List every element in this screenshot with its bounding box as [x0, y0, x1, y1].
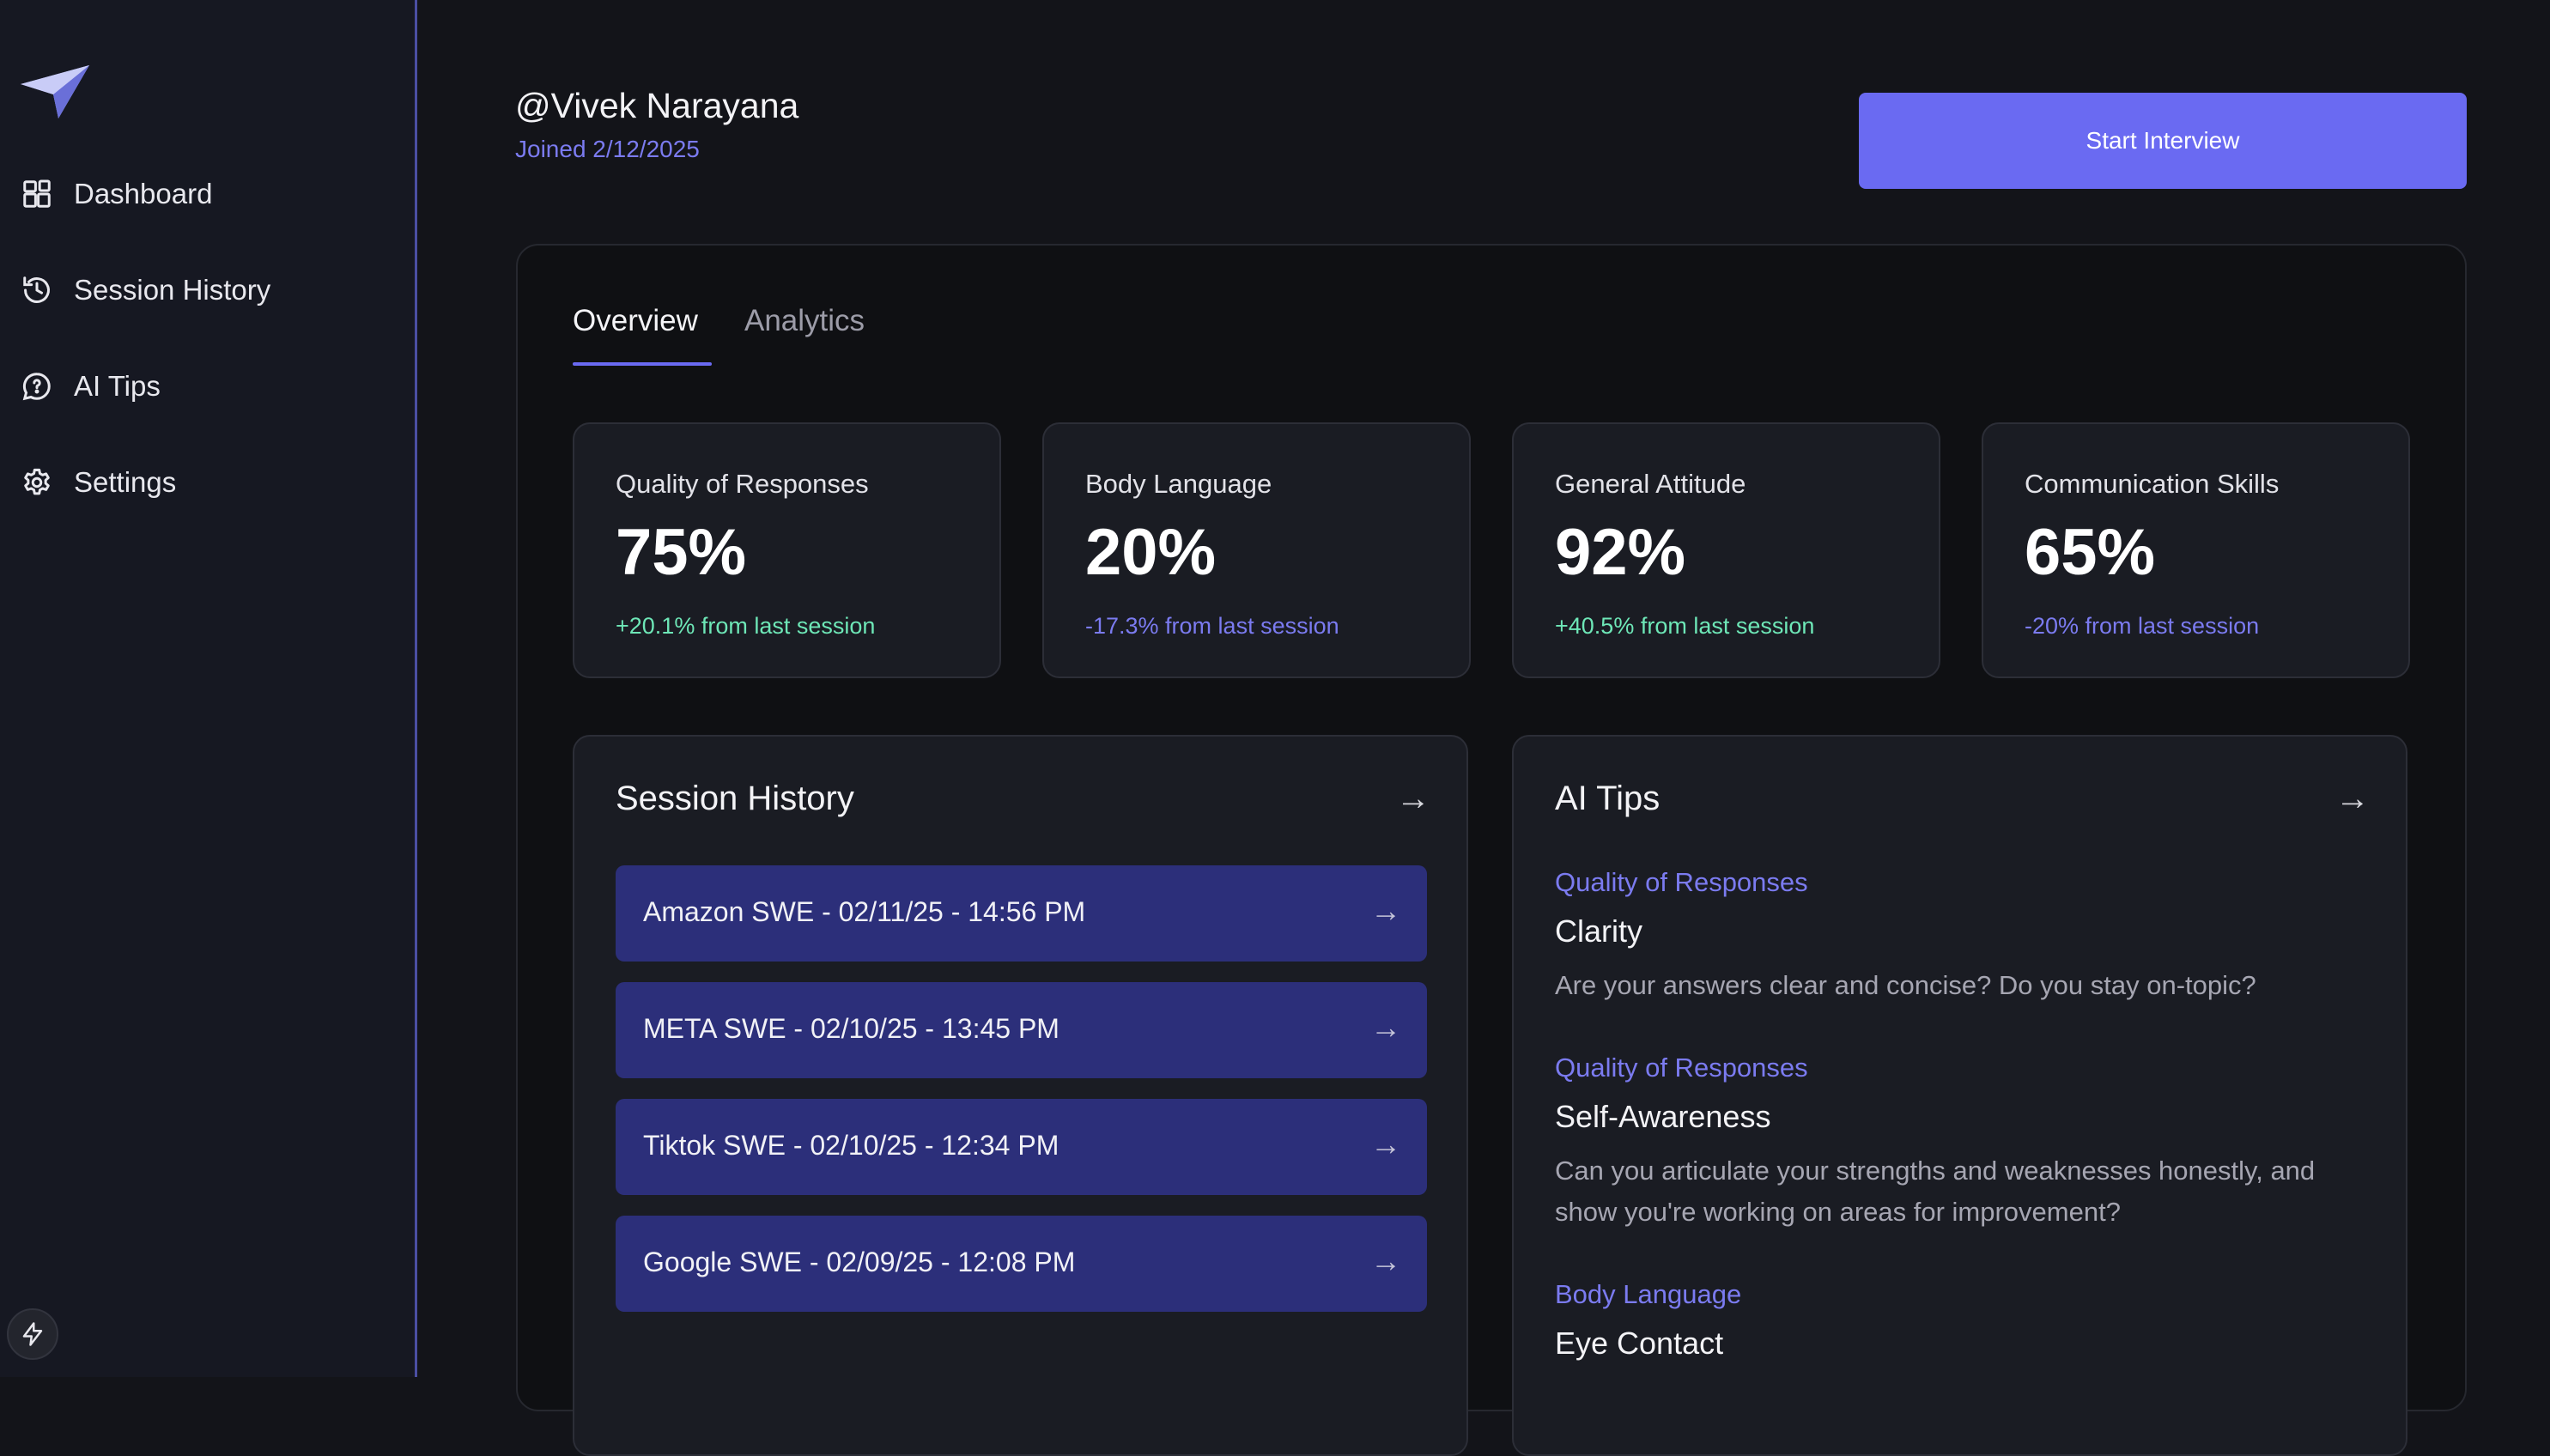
stat-title: Body Language	[1085, 469, 1272, 499]
lightning-icon[interactable]	[7, 1308, 58, 1360]
sidebar-item-label: Dashboard	[74, 178, 213, 209]
tip-title: Clarity	[1555, 913, 1643, 949]
stat-value: 65%	[2025, 516, 2156, 589]
session-item[interactable]: Amazon SWE - 02/11/25 - 14:56 PM →	[616, 865, 1427, 962]
tab-overview[interactable]: Overview	[573, 304, 698, 338]
sidebar-item-dashboard[interactable]: Dashboard	[19, 167, 388, 221]
arrow-right-icon: →	[1370, 893, 1401, 928]
stat-change: +40.5% from last session	[1555, 613, 1815, 639]
dashboard-icon	[19, 176, 55, 212]
sidebar-item-label: Session History	[74, 274, 271, 306]
paper-plane-icon[interactable]	[19, 62, 91, 120]
session-history-arrow-icon[interactable]: →	[1396, 780, 1430, 818]
tip-category: Quality of Responses	[1555, 867, 1808, 897]
sidebar-item-session-history[interactable]: Session History	[19, 263, 388, 318]
dashboard-panel: Overview Analytics Quality of Responses …	[516, 244, 2467, 1456]
ai-tip: Body Language Eye Contact	[1555, 1279, 2371, 1377]
arrow-right-icon: →	[1370, 1010, 1401, 1045]
stat-value: 20%	[1085, 516, 1217, 589]
tip-category: Quality of Responses	[1555, 1053, 1808, 1083]
stat-card-communication-skills: Communication Skills 65% -20% from last …	[1982, 422, 2410, 678]
active-tab-indicator	[573, 362, 712, 366]
stat-title: Quality of Responses	[616, 469, 869, 499]
stat-value: 75%	[616, 516, 747, 589]
session-label: Google SWE - 02/09/25 - 12:08 PM	[643, 1247, 1076, 1277]
tab-analytics[interactable]: Analytics	[744, 304, 865, 338]
tip-category: Body Language	[1555, 1279, 1742, 1309]
chat-bubble-icon	[19, 368, 55, 404]
stat-change: +20.1% from last session	[616, 613, 876, 639]
ai-tip: Quality of Responses Clarity Are your an…	[1555, 867, 2371, 1006]
sidebar: Dashboard Session History AI Tips Settin…	[0, 0, 417, 1377]
start-interview-button[interactable]: Start Interview	[1859, 93, 2467, 189]
gear-icon	[19, 464, 55, 500]
ai-tips-card: AI Tips → Quality of Responses Clarity A…	[1512, 735, 2407, 1456]
ai-tip: Quality of Responses Self-Awareness Can …	[1555, 1053, 2371, 1233]
joined-date: Joined 2/12/2025	[515, 136, 700, 162]
sidebar-item-ai-tips[interactable]: AI Tips	[19, 359, 388, 414]
main-content: @Vivek Narayana Joined 2/12/2025 Start I…	[420, 0, 2550, 1456]
sidebar-item-settings[interactable]: Settings	[19, 455, 388, 510]
tip-description: Are your answers clear and concise? Do y…	[1555, 970, 2256, 1000]
session-history-card: Session History → Amazon SWE - 02/11/25 …	[573, 735, 1468, 1456]
tip-description: Can you articulate your strengths and we…	[1555, 1156, 2316, 1227]
session-label: Amazon SWE - 02/11/25 - 14:56 PM	[643, 896, 1086, 927]
stat-change: -20% from last session	[2025, 613, 2260, 639]
session-item[interactable]: Google SWE - 02/09/25 - 12:08 PM →	[616, 1216, 1427, 1312]
session-item[interactable]: Tiktok SWE - 02/10/25 - 12:34 PM →	[616, 1099, 1427, 1195]
ai-tips-title: AI Tips	[1555, 780, 1661, 817]
arrow-right-icon: →	[1370, 1243, 1401, 1278]
sidebar-item-label: Settings	[74, 466, 177, 498]
ai-tips-arrow-icon[interactable]: →	[2335, 780, 2370, 818]
arrow-right-icon: →	[1370, 1126, 1401, 1162]
sidebar-item-label: AI Tips	[74, 370, 161, 402]
session-label: Tiktok SWE - 02/10/25 - 12:34 PM	[643, 1130, 1059, 1161]
tip-title: Self-Awareness	[1555, 1099, 1771, 1134]
stat-value: 92%	[1555, 516, 1686, 589]
stat-card-general-attitude: General Attitude 92% +40.5% from last se…	[1512, 422, 1940, 678]
session-label: META SWE - 02/10/25 - 13:45 PM	[643, 1013, 1059, 1044]
stat-card-body-language: Body Language 20% -17.3% from last sessi…	[1042, 422, 1471, 678]
session-history-title: Session History	[616, 780, 854, 817]
stat-title: General Attitude	[1555, 469, 1746, 499]
history-icon	[19, 272, 55, 308]
stat-card-quality-of-responses: Quality of Responses 75% +20.1% from las…	[573, 422, 1001, 678]
stat-title: Communication Skills	[2025, 469, 2280, 499]
tip-title: Eye Contact	[1555, 1326, 1724, 1361]
stat-change: -17.3% from last session	[1085, 613, 1339, 639]
session-item[interactable]: META SWE - 02/10/25 - 13:45 PM →	[616, 982, 1427, 1078]
user-name: @Vivek Narayana	[515, 86, 799, 125]
